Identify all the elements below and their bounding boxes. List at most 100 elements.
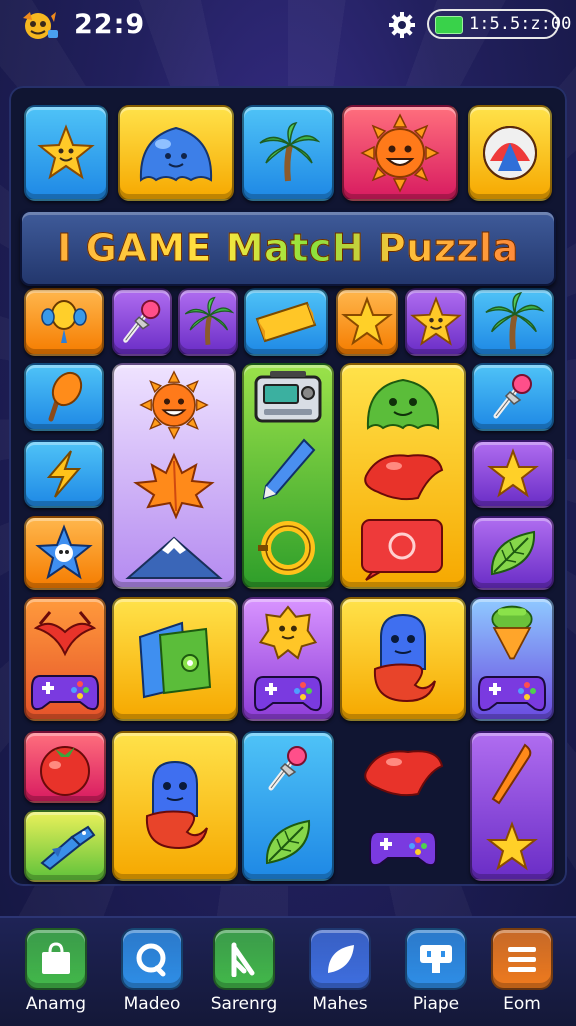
tile[interactable] <box>472 516 554 590</box>
tile[interactable] <box>24 731 106 803</box>
blue-star-icon <box>34 523 94 583</box>
tile[interactable] <box>470 597 554 721</box>
gamepad-icon <box>253 669 323 715</box>
nav-label: Sarenrg <box>210 994 278 1014</box>
nav-item-mahes[interactable]: Mahes <box>300 928 380 1020</box>
tile[interactable] <box>470 731 554 881</box>
tile[interactable] <box>242 105 334 201</box>
star-face-icon <box>409 295 463 349</box>
ring-icon <box>253 513 323 583</box>
tile[interactable] <box>242 731 334 881</box>
wings-icon <box>30 604 100 658</box>
ice-cream-icon <box>37 367 91 427</box>
pin-icon <box>486 370 540 424</box>
ball-icon <box>478 121 542 185</box>
radio-icon <box>252 369 324 425</box>
nav-item-sarenrg[interactable]: Sarenrg <box>204 928 284 1020</box>
tile[interactable] <box>405 288 467 356</box>
tile[interactable] <box>24 288 104 356</box>
bottom-nav: Anamg Madeo Sarenrg Mahes Piape Eom <box>0 916 576 1026</box>
nav-label: Anamg <box>25 994 87 1014</box>
red-blob-icon <box>358 742 448 802</box>
tile[interactable] <box>468 105 552 201</box>
tile[interactable] <box>24 516 104 590</box>
battery-fill <box>435 16 463 34</box>
tile[interactable] <box>112 597 238 721</box>
game-logo-icon <box>18 8 60 42</box>
leaf-icon <box>259 813 317 871</box>
tile[interactable] <box>336 288 398 356</box>
tile[interactable] <box>118 105 234 201</box>
tile[interactable] <box>242 597 334 721</box>
tile[interactable] <box>24 363 104 431</box>
tile[interactable] <box>472 363 554 431</box>
tile[interactable] <box>244 288 328 356</box>
carrot-icon <box>485 739 539 809</box>
cheese-icon <box>251 295 321 349</box>
tile[interactable] <box>24 597 106 721</box>
search-icon[interactable] <box>121 928 183 990</box>
pin-icon <box>116 295 168 349</box>
blue-ghost-icon <box>355 609 451 709</box>
status-bar: 22:9 1:5.5:z:00 <box>0 0 576 50</box>
tile[interactable] <box>472 440 554 508</box>
sun-face-icon <box>132 370 216 441</box>
pin-icon <box>261 742 315 796</box>
tile[interactable] <box>24 440 104 508</box>
tile[interactable] <box>340 363 466 589</box>
nav-label: Madeo <box>123 994 181 1014</box>
red-screen-icon <box>358 516 448 582</box>
red-blob-icon <box>358 446 448 506</box>
title-banner: I GAME MatcH Puzzla <box>20 210 556 286</box>
leaf-icon <box>484 524 542 582</box>
fish-icon <box>32 819 98 873</box>
lightning-icon <box>37 447 91 501</box>
gear-icon[interactable] <box>388 11 416 39</box>
blue-ghost-icon <box>127 756 223 856</box>
green-blob-icon <box>358 370 448 436</box>
gamepad-icon <box>30 668 100 714</box>
menu-icon[interactable] <box>491 928 553 990</box>
tile[interactable] <box>24 810 106 882</box>
gamepad-icon <box>368 824 438 870</box>
maple-leaf-icon <box>132 451 216 521</box>
blue-blob-icon <box>131 118 221 188</box>
tile[interactable] <box>112 731 238 881</box>
tile[interactable] <box>340 731 466 881</box>
star-face-icon <box>36 123 96 183</box>
game-title: I GAME MatcH Puzzla <box>57 226 519 271</box>
nav-label: Mahes <box>312 994 368 1014</box>
star-icon <box>486 447 540 501</box>
book-icon <box>130 617 220 701</box>
battery-text: 1:5.5:z:00 <box>469 14 572 34</box>
tile[interactable] <box>24 105 108 201</box>
tile[interactable] <box>342 105 458 201</box>
tile[interactable] <box>178 288 238 356</box>
nav-label: Piape <box>412 994 460 1014</box>
nav-item-piape[interactable]: Piape <box>396 928 476 1020</box>
bag-icon[interactable] <box>25 928 87 990</box>
star-icon <box>340 295 394 349</box>
nav-item-eom[interactable]: Eom <box>482 928 562 1020</box>
star-icon <box>485 820 539 874</box>
gamepad-icon <box>477 669 547 715</box>
mountain-icon <box>124 532 224 582</box>
palm-tree-icon <box>481 291 545 353</box>
chat-icon[interactable] <box>405 928 467 990</box>
leaf-icon[interactable] <box>309 928 371 990</box>
clock: 22:9 <box>74 9 146 40</box>
battery-indicator: 1:5.5:z:00 <box>427 9 571 39</box>
tile[interactable] <box>242 363 334 589</box>
balloon-icon <box>37 295 91 349</box>
tomato-icon <box>33 737 97 797</box>
tile[interactable] <box>472 288 554 356</box>
nav-label: Eom <box>503 994 541 1014</box>
tile[interactable] <box>112 363 236 589</box>
nav-item-anamg[interactable]: Anamg <box>16 928 96 1020</box>
pen-icon <box>256 434 320 504</box>
nav-item-madeo[interactable]: Madeo <box>112 928 192 1020</box>
flag-icon[interactable] <box>213 928 275 990</box>
tile[interactable] <box>112 288 172 356</box>
tile[interactable] <box>340 597 466 721</box>
palm-tree-icon <box>182 295 234 349</box>
